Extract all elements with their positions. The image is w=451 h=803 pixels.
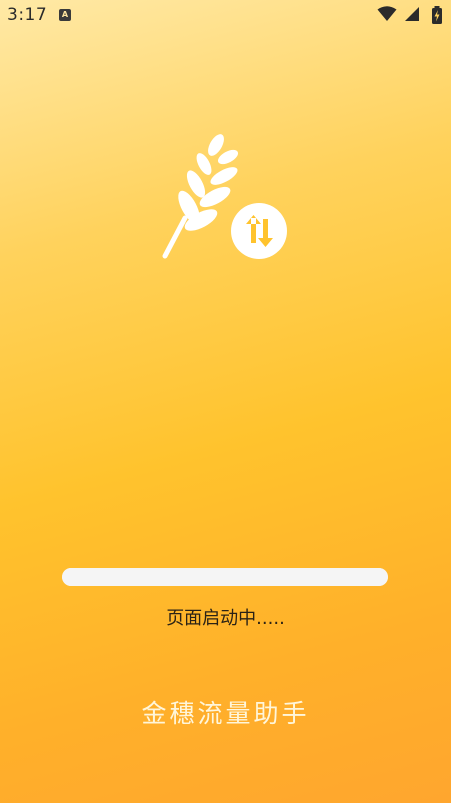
battery-charging-icon [432, 6, 442, 24]
notification-badge-icon: A [59, 9, 71, 21]
wifi-icon [377, 6, 397, 21]
app-brand-name: 金穗流量助手 [141, 699, 310, 728]
app-logo [158, 130, 293, 265]
wheat-transfer-logo-icon [162, 134, 287, 259]
status-icons [377, 6, 443, 24]
progress-bar [62, 568, 388, 586]
loading-status-text: 页面启动中..... [166, 608, 285, 629]
notification-badge-letter: A [61, 10, 69, 19]
status-bar: 3:17 A [0, 0, 451, 30]
status-time: 3:17 [7, 5, 48, 25]
progress-bar-fill [62, 568, 388, 586]
signal-icon [404, 7, 419, 21]
